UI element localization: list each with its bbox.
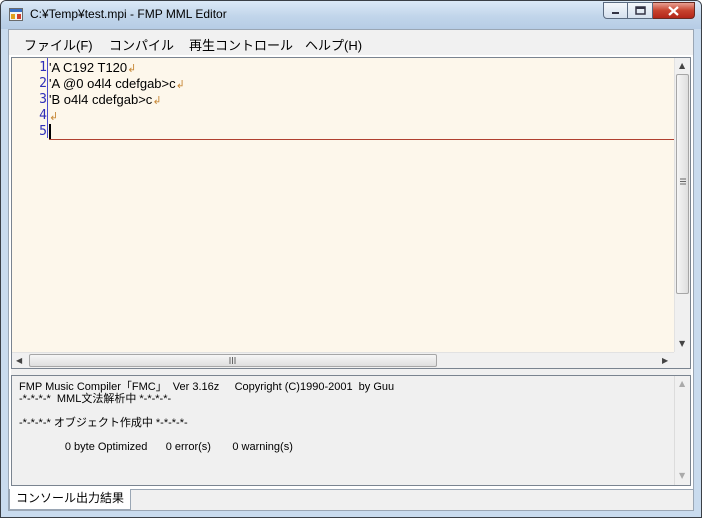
code-line[interactable]: 'B o4l4 cdefgab>c↲ [49,92,162,109]
scroll-right-arrow-icon[interactable]: ▶ [662,356,668,365]
minimize-button[interactable] [603,2,628,19]
console-line: -*-*-*-* オブジェクト作成中 *-*-*-*- [19,417,188,429]
minimize-icon [611,11,619,14]
scroll-up-arrow-icon[interactable]: ▲ [679,379,685,388]
editor-vertical-scrollbar[interactable]: ▲ ▼ [674,58,690,352]
console-line: -*-*-*-* MML文法解析中 *-*-*-*- [19,393,172,405]
scroll-left-arrow-icon[interactable]: ◀ [16,356,22,365]
close-button[interactable] [653,2,695,19]
window-title: C:¥Temp¥test.mpi - FMP MML Editor [30,7,227,21]
code-text: 'B o4l4 cdefgab>c [49,92,153,107]
scroll-grip-icon [229,357,236,364]
line-number: 5 [39,124,47,139]
code-line[interactable]: ↲ [49,108,58,125]
code-text: 'A C192 T120 [49,60,128,75]
text-caret [49,124,51,139]
scrollbar-corner [674,352,690,368]
console-vertical-scrollbar[interactable]: ▲ ▼ [674,376,690,485]
menu-compile[interactable]: コンパイル [109,35,174,54]
console-text: FMP Music Compiler「FMC」 Ver 3.16z Copyri… [19,381,394,453]
scroll-down-arrow-icon[interactable]: ▼ [679,339,685,348]
menu-playback-control[interactable]: 再生コントロール [189,35,293,54]
maximize-button[interactable] [628,2,653,19]
gutter-divider [47,58,48,138]
title-bar[interactable]: C:¥Temp¥test.mpi - FMP MML Editor [1,1,701,29]
app-window: C:¥Temp¥test.mpi - FMP MML Editor ファイル(F… [0,0,702,518]
menu-file[interactable]: ファイル(F) [24,35,93,54]
tab-console-output[interactable]: コンソール出力結果 [9,489,132,510]
end-of-line-mark: ↲ [49,111,59,123]
code-line[interactable]: 'A @0 o4l4 cdefgab>c↲ [49,76,185,93]
console-line: FMP Music Compiler「FMC」 Ver 3.16z Copyri… [19,381,395,393]
line-number-gutter: 1 2 3 4 5 [12,58,47,140]
client-area: 1 2 3 4 5 'A C192 T120↲ 'A @0 o4l4 cdefg… [8,55,694,511]
line-number: 3 [39,92,47,107]
console-output[interactable]: FMP Music Compiler「FMC」 Ver 3.16z Copyri… [11,375,691,486]
vertical-scroll-thumb[interactable] [676,74,689,294]
line-number: 2 [39,76,47,91]
end-of-line-mark: ↲ [127,63,137,75]
scroll-grip-icon [680,178,686,185]
line-number: 4 [39,108,47,123]
code-line[interactable]: 'A C192 T120↲ [49,60,136,77]
horizontal-scroll-thumb[interactable] [29,354,437,367]
menu-help[interactable]: ヘルプ(H) [305,35,362,54]
maximize-icon [634,6,646,15]
app-window-icon [9,8,23,21]
end-of-line-mark: ↲ [152,95,162,107]
menu-bar: ファイル(F) コンパイル 再生コントロール ヘルプ(H) [8,29,694,55]
line-number: 1 [39,60,47,75]
bottom-tab-strip: コンソール出力結果 [9,489,693,510]
close-icon [668,5,679,16]
editor-horizontal-scrollbar[interactable]: ◀ ▶ [12,352,674,368]
end-of-line-mark: ↲ [175,79,185,91]
console-line: 0 byte Optimized 0 error(s) 0 warning(s) [19,441,293,453]
current-line-indicator [49,139,676,140]
scroll-down-arrow-icon[interactable]: ▼ [679,471,685,480]
scroll-up-arrow-icon[interactable]: ▲ [679,61,685,70]
mml-editor[interactable]: 1 2 3 4 5 'A C192 T120↲ 'A @0 o4l4 cdefg… [11,57,691,369]
code-text: 'A @0 o4l4 cdefgab>c [49,76,176,91]
